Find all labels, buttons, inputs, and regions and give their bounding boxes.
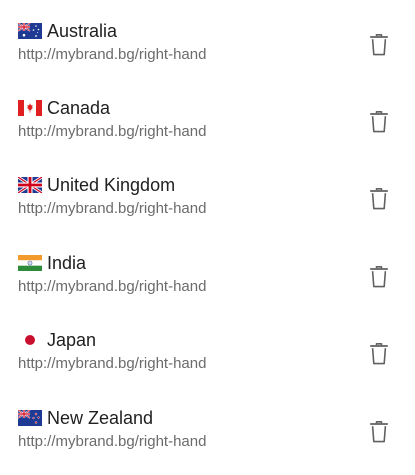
list-item-canada: Canada http://mybrand.bg/right-hand <box>0 88 415 148</box>
country-name-line: India <box>18 251 86 275</box>
country-name-line: New Zealand <box>18 406 153 430</box>
url-text: http://mybrand.bg/right-hand <box>18 200 207 217</box>
list-item-india: India http://mybrand.bg/right-hand <box>0 243 415 303</box>
delete-button[interactable] <box>366 340 392 368</box>
canada-flag-icon <box>18 100 42 116</box>
country-name: Australia <box>47 21 118 41</box>
country-name: New Zealand <box>47 408 154 428</box>
country-name: Japan <box>47 330 97 350</box>
country-name: India <box>47 253 87 273</box>
new-zealand-flag-icon <box>18 410 42 426</box>
japan-flag-icon <box>18 332 42 348</box>
url-text: http://mybrand.bg/right-hand <box>18 355 207 372</box>
trash-icon <box>369 188 389 210</box>
uk-flag-icon <box>18 177 42 193</box>
country-url-list: Australia http://mybrand.bg/right-hand C… <box>0 0 415 475</box>
india-flag-icon <box>18 255 42 271</box>
delete-button[interactable] <box>366 185 392 213</box>
country-name-line: Japan <box>18 328 96 352</box>
list-item-australia: Australia http://mybrand.bg/right-hand <box>0 11 415 71</box>
country-name: United Kingdom <box>47 175 176 195</box>
country-name-line: Australia <box>18 19 117 43</box>
list-item-japan: Japan http://mybrand.bg/right-hand <box>0 320 415 380</box>
url-text: http://mybrand.bg/right-hand <box>18 123 207 140</box>
delete-button[interactable] <box>366 263 392 291</box>
trash-icon <box>369 34 389 56</box>
url-text: http://mybrand.bg/right-hand <box>18 278 207 295</box>
trash-icon <box>369 343 389 365</box>
delete-button[interactable] <box>366 418 392 446</box>
url-text: http://mybrand.bg/right-hand <box>18 46 207 63</box>
country-name-line: United Kingdom <box>18 173 175 197</box>
delete-button[interactable] <box>366 31 392 59</box>
delete-button[interactable] <box>366 108 392 136</box>
url-text: http://mybrand.bg/right-hand <box>18 433 207 450</box>
trash-icon <box>369 266 389 288</box>
australia-flag-icon <box>18 23 42 39</box>
list-item-united-kingdom: United Kingdom http://mybrand.bg/right-h… <box>0 165 415 225</box>
list-item-new-zealand: New Zealand http://mybrand.bg/right-hand <box>0 398 415 458</box>
country-name-line: Canada <box>18 96 110 120</box>
country-name: Canada <box>47 98 111 118</box>
trash-icon <box>369 421 389 443</box>
trash-icon <box>369 111 389 133</box>
